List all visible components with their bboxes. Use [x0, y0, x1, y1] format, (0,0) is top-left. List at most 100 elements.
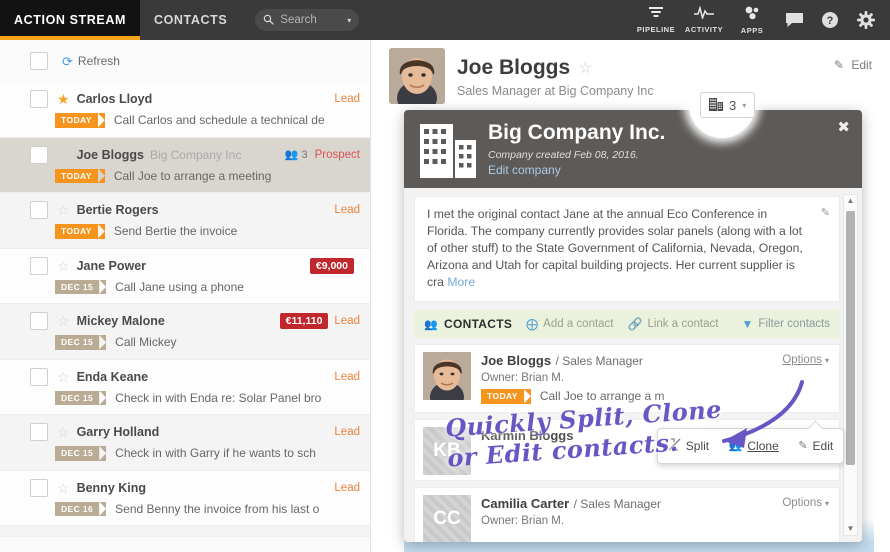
row-checkbox[interactable] — [30, 90, 48, 108]
contact-task: Call Joe to arrange a m — [539, 389, 665, 404]
row-task: Check in with Enda re: Solar Panel bro — [115, 390, 322, 405]
company-count-value: 3 — [729, 97, 737, 113]
row-group-count: 👥 3 — [284, 148, 308, 162]
help-icon[interactable]: ? — [812, 0, 848, 40]
company-count-chip[interactable]: 3 ▾ — [700, 92, 756, 118]
table-row[interactable]: ☆ Enda Keane Lead DEC 15 Check in with E… — [0, 359, 370, 415]
date-flag: TODAY — [55, 224, 105, 239]
row-name: Enda Keane — [76, 369, 149, 384]
table-row[interactable]: ☆ Benny King Lead DEC 16 Send Benny the … — [0, 470, 370, 526]
row-checkbox[interactable] — [30, 312, 48, 330]
row-checkbox[interactable] — [30, 367, 48, 386]
edit-contact-button[interactable]: ✎ Edit — [834, 58, 872, 72]
settings-icon[interactable] — [848, 0, 884, 40]
deal-value-badge: €11,110 — [279, 313, 329, 329]
note-more-link[interactable]: More — [447, 275, 475, 289]
add-contact-button[interactable]: ⨁ Add a contact — [526, 318, 613, 330]
star-icon[interactable]: ☆ — [57, 148, 70, 162]
nav-item-pipeline[interactable]: PIPELINE — [632, 0, 680, 40]
table-row[interactable]: ☆ Bertie Rogers Lead TODAY Send Bertie t… — [0, 193, 370, 249]
row-checkbox[interactable] — [30, 201, 48, 219]
people-icon: 👥 — [284, 149, 299, 161]
row-task: Call Mickey — [115, 335, 177, 350]
scroll-up-arrow-icon[interactable]: ▲ — [844, 195, 857, 207]
pencil-icon[interactable]: ✎ — [821, 206, 830, 219]
close-icon[interactable]: ✖ — [837, 120, 850, 135]
select-all-checkbox[interactable] — [30, 52, 48, 70]
chat-icon[interactable] — [776, 0, 812, 40]
scroll-down-arrow-icon[interactable]: ▼ — [844, 523, 857, 535]
row-checkbox[interactable] — [30, 423, 48, 441]
list-item[interactable]: Joe Bloggs / Sales Manager Owner: Brian … — [414, 344, 840, 413]
refresh-label: Refresh — [77, 54, 120, 68]
table-row[interactable]: ☆ Garry Holland Lead DEC 15 Check in wit… — [0, 415, 370, 471]
star-icon[interactable]: ☆ — [57, 425, 70, 439]
star-icon[interactable]: ★ — [57, 92, 70, 106]
link-contact-button[interactable]: 🔗 Link a contact — [628, 318, 719, 330]
list-item[interactable]: CC Camilia Carter / Sales Manager Owner:… — [414, 486, 840, 542]
link-icon: 🔗 — [627, 317, 643, 331]
contact-owner: Owner: Brian M. — [481, 372, 565, 384]
menu-item-clone-label: Clone — [747, 439, 779, 453]
table-row[interactable]: ☆ Mickey Malone €11,110 Lead DEC 15 Call… — [0, 304, 370, 360]
menu-item-edit[interactable]: ✎ Edit — [798, 439, 833, 453]
row-name: Joe Bloggs — [76, 147, 144, 162]
row-task: Call Joe to arrange a meeting — [113, 168, 272, 183]
row-name: Bertie Rogers — [76, 203, 159, 217]
tab-action-stream[interactable]: ACTION STREAM — [0, 0, 140, 40]
nav-item-activity[interactable]: ACTIVITY — [680, 0, 728, 40]
star-icon[interactable]: ☆ — [57, 203, 70, 217]
tab-contacts[interactable]: CONTACTS — [140, 0, 241, 40]
date-flag: DEC 16 — [55, 501, 107, 516]
star-icon[interactable]: ☆ — [57, 370, 70, 384]
clone-icon: 👥 — [728, 439, 743, 452]
row-task: Send Bertie the invoice — [113, 224, 238, 239]
refresh-button[interactable]: ⟳ Refresh — [62, 54, 120, 68]
edit-company-link[interactable]: Edit company — [488, 163, 846, 177]
row-name: Benny King — [76, 480, 147, 495]
row-task: Call Jane using a phone — [115, 279, 244, 294]
nav-item-activity-label: ACTIVITY — [684, 25, 724, 34]
row-checkbox[interactable] — [30, 478, 48, 497]
contact-options-button[interactable]: Options▾ — [782, 354, 829, 366]
status-badge: Lead — [334, 426, 360, 438]
row-name: Jane Power — [76, 258, 147, 273]
star-icon[interactable]: ☆ — [57, 481, 70, 495]
table-row[interactable]: ☆ Joe Bloggs Big Company Inc 👥 3 Prospec… — [0, 137, 370, 193]
company-note-body: I met the original contact Jane at the a… — [427, 207, 803, 289]
star-outline-icon[interactable]: ☆ — [578, 58, 592, 78]
search-input[interactable]: Search ▾ — [255, 9, 360, 31]
contact-header: Joe Bloggs ☆ Sales Manager at Big Compan… — [371, 40, 890, 104]
scrollbar-thumb[interactable] — [846, 211, 855, 465]
star-icon[interactable]: ☆ — [57, 314, 70, 328]
menu-item-clone[interactable]: 👥 Clone — [729, 439, 779, 453]
filter-contacts-button[interactable]: ▼ Filter contacts — [742, 318, 830, 330]
row-task: Send Benny the invoice from his last o — [115, 501, 320, 516]
company-modal-title: Big Company Inc. — [488, 121, 666, 144]
refresh-icon: ⟳ — [62, 53, 73, 69]
row-name: Carlos Lloyd — [76, 92, 153, 106]
table-row[interactable]: ★ Carlos Lloyd Lead TODAY Call Carlos an… — [0, 82, 370, 138]
apps-icon — [744, 6, 761, 24]
search-placeholder: Search — [280, 14, 317, 26]
nav-item-apps[interactable]: APPS — [728, 0, 776, 40]
modal-scrollbar[interactable]: ▲ ▼ — [843, 194, 858, 536]
avatar-initials: KB — [433, 439, 461, 461]
row-checkbox[interactable] — [30, 145, 48, 164]
table-row[interactable]: ☆ Jane Power €9,000 DEC 15 Call Jane usi… — [0, 248, 370, 304]
page-title: Joe Bloggs — [457, 56, 571, 79]
plus-circle-icon: ⨁ — [526, 317, 539, 331]
contact-options-button[interactable]: Options▾ — [782, 497, 829, 509]
pencil-icon: ✎ — [798, 439, 808, 452]
row-checkbox[interactable] — [30, 256, 48, 275]
chevron-down-icon[interactable]: ▾ — [742, 101, 746, 110]
star-icon[interactable]: ☆ — [57, 259, 70, 273]
app-root: ACTION STREAM CONTACTS Search ▾ PIPELINE — [0, 0, 890, 552]
table-row[interactable] — [0, 526, 370, 537]
contact-owner: Owner: Brian M. — [481, 514, 565, 527]
contacts-section-header: 👥 CONTACTS — [424, 317, 512, 331]
date-flag: TODAY — [55, 113, 105, 128]
nav-left-group: ACTION STREAM CONTACTS Search ▾ — [0, 0, 360, 40]
menu-item-split[interactable]: Split — [668, 438, 709, 454]
search-chevron-down-icon[interactable]: ▾ — [347, 16, 351, 25]
